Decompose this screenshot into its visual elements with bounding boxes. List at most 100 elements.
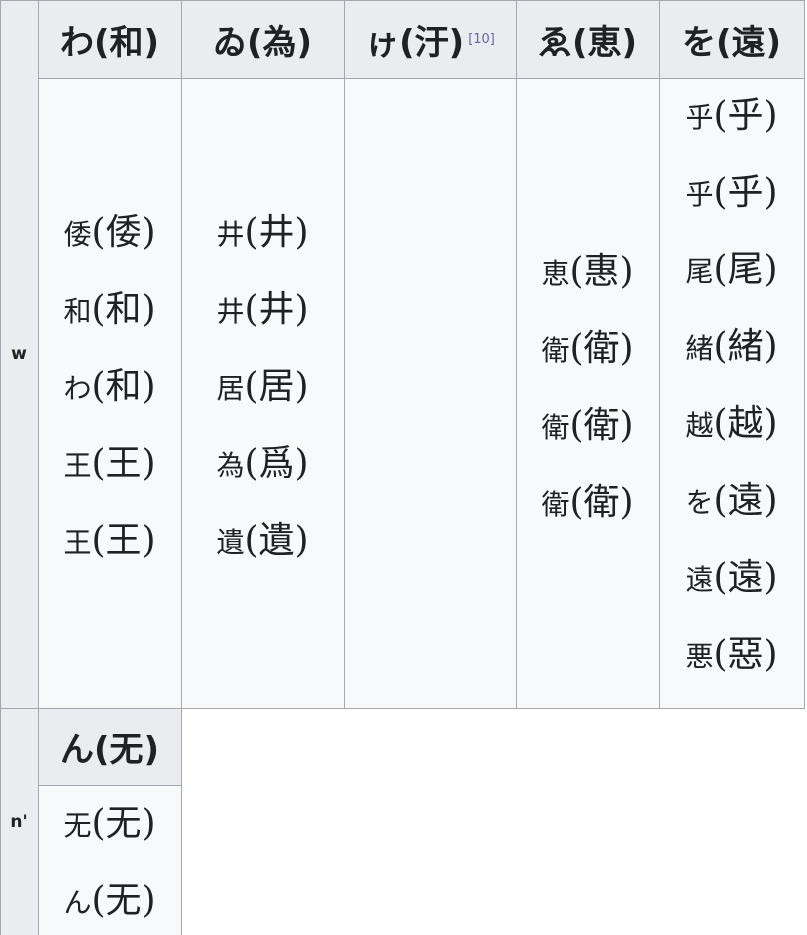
- hentaigana-glyph: 緒: [685, 332, 714, 365]
- variant-entry: 遠(遠): [659, 556, 804, 602]
- row-label: n': [0, 708, 38, 935]
- kana-variants-table: w わ(和) 倭(倭) 和(和) わ(和) 王(王) 王(王) ゐ(為) 井(井) 井(井) 居(居…: [0, 0, 807, 935]
- hentaigana-glyph: わ: [63, 372, 92, 405]
- grid-line: [344, 0, 345, 708]
- variant-entry: 和(和): [38, 288, 181, 334]
- source-kanji: (越): [713, 403, 778, 444]
- source-kanji: (王): [91, 443, 156, 484]
- hentaigana-glyph: 无: [63, 809, 92, 842]
- grid-line: [659, 0, 660, 708]
- hentaigana-glyph: を: [685, 486, 714, 519]
- hentaigana-glyph: 尾: [685, 255, 714, 288]
- variant-entry: わ(和): [38, 365, 181, 411]
- grid-line: [38, 708, 39, 935]
- source-kanji: (无): [91, 880, 156, 921]
- hentaigana-glyph: 王: [63, 449, 92, 482]
- variant-entry: 居(居): [181, 365, 344, 411]
- column-header: を(遠): [659, 0, 804, 78]
- variants-cell: 恵(惠) 衛(衛) 衛(衛) 衛(衛): [516, 78, 659, 708]
- source-kanji: (和): [91, 289, 156, 330]
- variant-entry: 王(王): [38, 519, 181, 565]
- header-text: ゖ(汙) [10]: [344, 0, 516, 78]
- header-text: わ(和): [38, 0, 181, 78]
- source-kanji: (惡): [713, 634, 778, 675]
- variant-entry: 衛(衛): [516, 404, 659, 450]
- variant-entry: 乎(乎): [659, 94, 804, 140]
- hentaigana-glyph: 井: [216, 218, 245, 251]
- variant-entry: 遺(遺): [181, 519, 344, 565]
- grid-line: [38, 78, 804, 79]
- hentaigana-glyph: 遠: [685, 563, 714, 596]
- grid-line: [0, 0, 805, 1]
- source-kanji: (井): [244, 289, 309, 330]
- grid-line: [516, 0, 517, 708]
- variant-entry: 越(越): [659, 402, 804, 448]
- source-kanji: (倭): [91, 212, 156, 253]
- header-text: ゑ(恵): [516, 0, 659, 78]
- variant-entry: 尾(尾): [659, 248, 804, 294]
- variant-entry: 倭(倭): [38, 211, 181, 257]
- source-kanji: (爲): [244, 443, 309, 484]
- header-kana: ん(无): [59, 730, 160, 770]
- reference-link[interactable]: [10]: [468, 32, 495, 47]
- hentaigana-glyph: 王: [63, 526, 92, 559]
- grid-line: [0, 708, 805, 709]
- variant-entry: 乎(乎): [659, 171, 804, 217]
- source-kanji: (无): [91, 803, 156, 844]
- hentaigana-glyph: 井: [216, 295, 245, 328]
- hentaigana-glyph: 為: [216, 449, 245, 482]
- header-kana: ゑ(恵): [537, 22, 638, 63]
- grid-line: [0, 708, 1, 935]
- hentaigana-glyph: 衛: [541, 334, 570, 367]
- source-kanji: (尾): [713, 249, 778, 290]
- source-kanji: (遺): [244, 520, 309, 561]
- grid-line: [38, 0, 39, 708]
- source-kanji: (遠): [713, 557, 778, 598]
- header-kana: ゖ(汙): [365, 22, 465, 63]
- variants-cell: 乎(乎) 乎(乎) 尾(尾) 緒(緒) 越(越) を(遠) 遠(遠) 悪(惡): [659, 78, 804, 708]
- grid-line: [181, 708, 182, 935]
- hentaigana-glyph: 悪: [685, 640, 714, 673]
- header-kana: ゐ(為): [212, 22, 313, 63]
- row-label: w: [0, 0, 38, 708]
- hentaigana-glyph: 衛: [541, 411, 570, 444]
- grid-line: [804, 0, 805, 708]
- variant-entry: 井(井): [181, 288, 344, 334]
- header-kana: を(遠): [681, 22, 782, 63]
- hentaigana-glyph: 恵: [541, 257, 570, 290]
- source-kanji: (王): [91, 520, 156, 561]
- hentaigana-glyph: 倭: [63, 218, 92, 251]
- source-kanji: (和): [91, 366, 156, 407]
- grid-line: [38, 785, 181, 786]
- hentaigana-glyph: 越: [685, 409, 714, 442]
- source-kanji: (緒): [713, 326, 778, 367]
- variant-entry: 悪(惡): [659, 633, 804, 679]
- header-text: ん(无): [38, 708, 181, 785]
- hentaigana-glyph: 乎: [685, 101, 714, 134]
- variants-cell: 井(井) 井(井) 居(居) 為(爲) 遺(遺): [181, 78, 344, 708]
- variant-entry: を(遠): [659, 479, 804, 525]
- header-text: を(遠): [659, 0, 804, 78]
- source-kanji: (井): [244, 212, 309, 253]
- source-kanji: (乎): [713, 172, 778, 213]
- grid-line: [0, 0, 1, 708]
- column-header: ゐ(為): [181, 0, 344, 78]
- variants-cell: 无(无) ん(无): [38, 785, 181, 935]
- variant-entry: 衛(衛): [516, 481, 659, 527]
- column-header: ん(无): [38, 708, 181, 785]
- column-header: ゖ(汙) [10]: [344, 0, 516, 78]
- source-kanji: (居): [244, 366, 309, 407]
- variant-entry: 恵(惠): [516, 250, 659, 296]
- column-header: ゑ(恵): [516, 0, 659, 78]
- variant-entry: 王(王): [38, 442, 181, 488]
- hentaigana-glyph: ん: [63, 886, 92, 919]
- hentaigana-glyph: 和: [63, 295, 92, 328]
- header-kana: わ(和): [59, 22, 160, 63]
- variant-entry: 衛(衛): [516, 327, 659, 373]
- variant-entry: ん(无): [38, 879, 181, 925]
- grid-line: [181, 0, 182, 708]
- source-kanji: (衛): [569, 328, 634, 369]
- source-kanji: (衛): [569, 482, 634, 523]
- variant-entry: 无(无): [38, 802, 181, 848]
- hentaigana-glyph: 遺: [216, 526, 245, 559]
